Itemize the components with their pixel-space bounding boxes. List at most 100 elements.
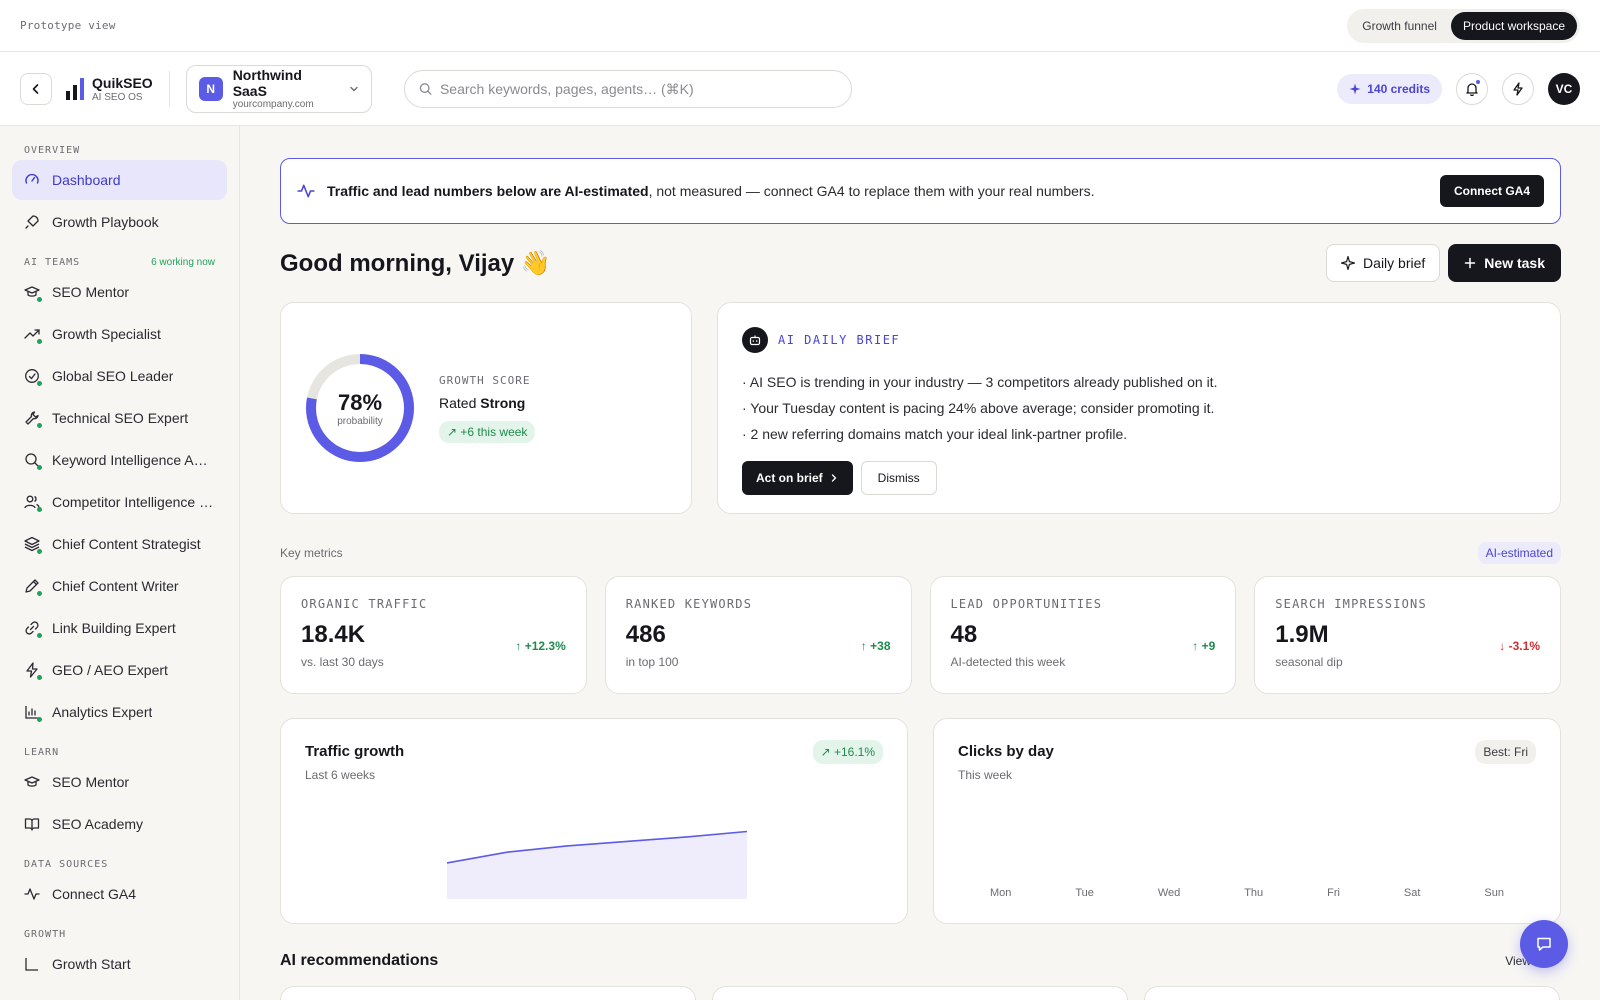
recommendation-card[interactable] — [712, 986, 1128, 1000]
key-metrics-header: Key metrics AI-estimated — [280, 542, 1561, 564]
traffic-area — [447, 831, 747, 899]
sidebar-item-technical-seo-expert[interactable]: Technical SEO Expert — [12, 398, 227, 438]
prototype-label: Prototype view — [20, 19, 116, 32]
metric-card-lead-opportunities[interactable]: LEAD OPPORTUNITIES 48 AI-detected this w… — [929, 576, 1237, 694]
sidebar-item-label: Chief Content Writer — [52, 578, 179, 594]
back-button[interactable] — [20, 72, 52, 105]
growth-score-rating: Rated Strong — [439, 394, 526, 411]
chat-button[interactable] — [1520, 920, 1568, 968]
segment-product-workspace[interactable]: Product workspace — [1450, 11, 1577, 40]
trending-up-icon — [24, 326, 42, 344]
sidebar-item-global-seo-leader[interactable]: Global SEO Leader — [12, 356, 227, 396]
workspace-domain: yourcompany.com — [232, 99, 314, 110]
sidebar-item-keyword-intelligence-a[interactable]: Keyword Intelligence A… — [12, 440, 227, 480]
day-label: Fri — [1327, 887, 1340, 899]
overview-row: 78% probability GROWTH SCORE Rated Stron… — [280, 302, 1561, 514]
credits-badge[interactable]: 140 credits — [1337, 73, 1442, 104]
sidebar-item-label: SEO Mentor — [52, 774, 130, 790]
sidebar-item-label: SEO Mentor — [52, 284, 130, 300]
recommendations-header: AI recommendations View — [280, 952, 1561, 970]
recommendations-title: AI recommendations — [280, 952, 439, 969]
users-icon — [24, 494, 42, 512]
act-on-brief-button[interactable]: Act on brief — [742, 461, 853, 495]
section-label-learn: LEARN — [24, 746, 60, 758]
chevron-right-icon — [831, 474, 837, 482]
brief-item: · 2 new referring domains match your ide… — [742, 426, 1128, 442]
credits-label: 140 credits — [1367, 81, 1430, 96]
quick-actions-button[interactable] — [1502, 72, 1534, 105]
brand[interactable]: QuikSEO AI SEO OS — [66, 70, 170, 107]
sidebar-item-growth-playbook[interactable]: Growth Playbook — [12, 202, 227, 242]
sidebar-item-chief-content-writer[interactable]: Chief Content Writer — [12, 566, 227, 606]
daily-brief-button[interactable]: Daily brief — [1326, 244, 1441, 282]
sidebar-item-seo-mentor-learn[interactable]: SEO Mentor — [12, 762, 227, 802]
sidebar-item-seo-mentor[interactable]: SEO Mentor — [12, 272, 227, 312]
activity-icon — [24, 886, 40, 902]
search-input[interactable] — [439, 80, 837, 97]
ai-teams-list: SEO Mentor Growth Specialist Global SEO Le… — [12, 272, 227, 732]
gauge-icon — [24, 172, 40, 188]
brief-title: AI DAILY BRIEF — [778, 333, 901, 347]
growth-score-label: GROWTH SCORE — [439, 373, 531, 387]
chevron-left-icon — [32, 83, 39, 94]
workspace-avatar: N — [198, 76, 223, 101]
sidebar-item-growth-start[interactable]: Growth Start — [12, 944, 227, 984]
chart-subtitle: This week — [958, 768, 1013, 782]
dismiss-button[interactable]: Dismiss — [860, 461, 937, 495]
notification-dot — [1475, 78, 1481, 85]
metric-label: ORGANIC TRAFFIC — [301, 597, 428, 611]
metric-card-search-impressions[interactable]: SEARCH IMPRESSIONS 1.9M seasonal dip ↓ -… — [1254, 576, 1561, 694]
active-status-dot — [37, 549, 42, 554]
sidebar-item-geo-aeo-expert[interactable]: GEO / AEO Expert — [12, 650, 227, 690]
sidebar-item-link-building-expert[interactable]: Link Building Expert — [12, 608, 227, 648]
user-avatar[interactable]: VC — [1548, 72, 1580, 105]
active-status-dot — [37, 465, 42, 470]
notifications-button[interactable] — [1456, 72, 1488, 105]
greeting-actions: Daily brief New task — [1326, 244, 1561, 282]
sidebar-item-label: Keyword Intelligence A… — [52, 452, 208, 468]
brief-list: · AI SEO is trending in your industry — … — [742, 369, 1536, 447]
metric-label: RANKED KEYWORDS — [625, 597, 753, 611]
metric-delta: ↑ +9 — [1192, 639, 1216, 653]
section-label-growth: GROWTH — [24, 928, 67, 940]
chevron-down-icon — [349, 86, 358, 91]
active-status-dot — [37, 591, 42, 596]
search-bar — [403, 69, 852, 108]
segment-growth-funnel[interactable]: Growth funnel — [1350, 12, 1449, 40]
recommendation-card[interactable] — [1144, 986, 1560, 1000]
sidebar-item-chief-content-strategist[interactable]: Chief Content Strategist — [12, 524, 227, 564]
sidebar-item-seo-academy[interactable]: SEO Academy — [12, 804, 227, 844]
sidebar-item-label: Growth Specialist — [52, 326, 161, 342]
new-task-button[interactable]: New task — [1448, 244, 1561, 282]
sidebar-item-dashboard[interactable]: Dashboard — [12, 160, 227, 200]
banner-message: Traffic and lead numbers below are AI-es… — [327, 183, 1095, 199]
connect-ga4-button[interactable]: Connect GA4 — [1439, 175, 1544, 207]
best-day-badge: Best: Fri — [1475, 740, 1536, 764]
growth-score-delta: ↗ +6 this week — [439, 420, 536, 443]
metric-sub: seasonal dip — [1275, 655, 1343, 669]
growth-score-sub: probability — [337, 415, 383, 427]
sidebar-item-growth-specialist[interactable]: Growth Specialist — [12, 314, 227, 354]
sidebar-item-label: SEO Academy — [52, 816, 144, 832]
recommendation-card[interactable] — [280, 986, 696, 1000]
metric-card-ranked-keywords[interactable]: RANKED KEYWORDS 486 in top 100 ↑ +38 — [604, 576, 912, 694]
sidebar-item-connect-ga4[interactable]: Connect GA4 — [12, 874, 227, 914]
sidebar-item-label: Competitor Intelligence … — [52, 494, 214, 510]
metric-card-organic-traffic[interactable]: ORGANIC TRAFFIC 18.4K vs. last 30 days ↑… — [280, 576, 587, 694]
sidebar-item-analytics-expert[interactable]: Analytics Expert — [12, 692, 227, 732]
sidebar-item-competitor-intelligence[interactable]: Competitor Intelligence … — [12, 482, 227, 522]
bolt-icon — [24, 662, 42, 680]
plus-icon — [1465, 257, 1476, 269]
brand-name: QuikSEO — [92, 74, 153, 91]
prototype-bar: Prototype view Growth funnel Product wor… — [0, 0, 1600, 52]
metric-delta: ↑ +12.3% — [515, 639, 566, 653]
sparkle-icon — [1349, 83, 1361, 94]
greeting-row: Good morning, Vijay 👋 Daily brief New ta… — [280, 244, 1561, 282]
traffic-growth-badge: ↗ +16.1% — [812, 740, 883, 764]
metric-sub: AI-detected this week — [950, 655, 1066, 669]
chart-title: Clicks by day — [958, 743, 1054, 760]
active-status-dot — [37, 381, 42, 386]
ai-estimated-badge: AI-estimated — [1477, 542, 1561, 564]
metrics-row: ORGANIC TRAFFIC 18.4K vs. last 30 days ↑… — [280, 576, 1561, 694]
workspace-switcher[interactable]: N Northwind SaaS yourcompany.com — [185, 64, 372, 113]
